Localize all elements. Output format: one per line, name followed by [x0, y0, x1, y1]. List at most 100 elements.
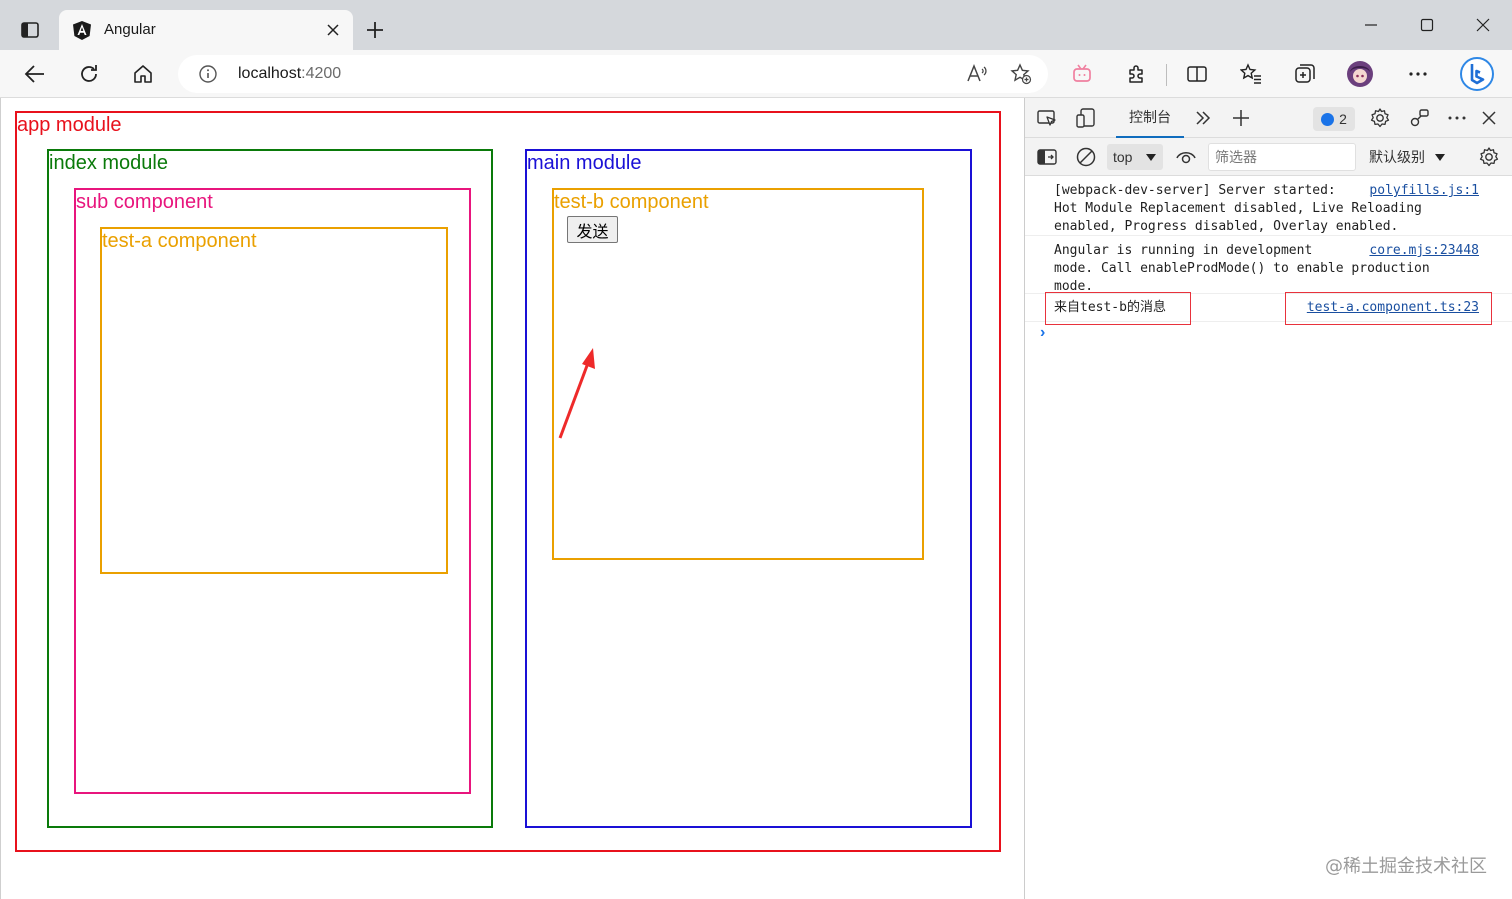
console-message-text: [webpack-dev-server] Server started: Hot…: [1054, 183, 1422, 234]
profile-avatar[interactable]: [1344, 58, 1376, 90]
minimize-icon: [1365, 24, 1377, 26]
test-a-component-box: test-a component: [100, 227, 448, 574]
browser-toolbar: localhost:4200: [0, 50, 1512, 98]
tab-console[interactable]: 控制台: [1116, 98, 1184, 138]
close-window-button[interactable]: [1460, 8, 1506, 42]
tab-actions-icon: [21, 22, 39, 38]
settings-more-button[interactable]: [1402, 58, 1434, 90]
plus-icon: [367, 22, 383, 38]
maximize-icon: [1420, 18, 1434, 32]
console-message-source-link[interactable]: core.mjs:23448: [1369, 242, 1479, 260]
console-message: Angular is running in development mode. …: [1025, 236, 1512, 294]
console-filter-bar: top 筛选器 默认级别: [1025, 138, 1512, 176]
devtools-close-button[interactable]: [1475, 104, 1503, 132]
angular-logo-icon: [73, 21, 91, 40]
refresh-button[interactable]: [73, 58, 105, 90]
devtools-more-button[interactable]: [1443, 104, 1471, 132]
main-module-label: main module: [527, 152, 642, 174]
issues-count: 2: [1339, 111, 1347, 127]
console-filter-input[interactable]: 筛选器: [1208, 143, 1356, 171]
app-module-label: app module: [17, 114, 122, 136]
new-tab-button[interactable]: [360, 15, 390, 45]
clear-console-button[interactable]: [1072, 143, 1100, 171]
tab-actions-button[interactable]: [12, 12, 48, 48]
tab-close-icon[interactable]: [323, 20, 343, 40]
watermark: @稀土掘金技术社区: [1325, 856, 1487, 877]
site-info-icon[interactable]: [198, 64, 218, 84]
more-tabs-button[interactable]: [1189, 104, 1217, 132]
star-add-icon: [1010, 63, 1032, 85]
bing-icon: [1460, 57, 1494, 91]
message-highlight-box: [1045, 292, 1191, 325]
close-icon: [1476, 18, 1490, 32]
toolbar-separator: [1166, 64, 1167, 86]
log-levels-selector[interactable]: 默认级别: [1363, 144, 1451, 170]
puzzle-icon: [1129, 65, 1143, 83]
clear-icon: [1076, 147, 1096, 167]
devtools-settings-button[interactable]: [1366, 104, 1394, 132]
inspect-element-button[interactable]: [1033, 104, 1061, 132]
sub-component-label: sub component: [76, 191, 213, 213]
back-button[interactable]: [19, 58, 51, 90]
home-button[interactable]: [127, 58, 159, 90]
device-emulation-button[interactable]: [1072, 104, 1100, 132]
tab-title: Angular: [104, 21, 156, 38]
sidebar-toggle-icon: [1037, 149, 1057, 165]
read-aloud-button[interactable]: [964, 61, 990, 87]
favorites-button[interactable]: [1235, 58, 1267, 90]
address-bar[interactable]: localhost:4200: [178, 55, 1048, 93]
collections-button[interactable]: [1289, 58, 1321, 90]
back-arrow-icon: [24, 65, 44, 83]
console-message: [webpack-dev-server] Server started: Hot…: [1025, 176, 1512, 236]
home-icon: [134, 65, 152, 83]
favorites-icon: [1240, 63, 1261, 84]
gear-icon: [1370, 108, 1390, 128]
red-arrow-annotation: [558, 348, 595, 439]
url-text[interactable]: localhost:4200: [238, 65, 341, 83]
page-viewport: app module index module sub component te…: [0, 98, 1024, 899]
caret-down-icon: [1146, 154, 1156, 161]
tv-extension-button[interactable]: [1066, 58, 1098, 90]
plus-icon: [1233, 110, 1249, 126]
maximize-button[interactable]: [1404, 8, 1450, 42]
add-favorite-button[interactable]: [1008, 61, 1034, 87]
tab-angular[interactable]: Angular: [59, 10, 353, 50]
add-tab-button[interactable]: [1227, 104, 1255, 132]
context-value: top: [1113, 149, 1133, 165]
console-sidebar-button[interactable]: [1033, 143, 1061, 171]
context-selector[interactable]: top: [1107, 144, 1163, 170]
console-message-source-link[interactable]: polyfills.js:1: [1369, 182, 1479, 200]
bing-copilot-button[interactable]: [1458, 55, 1496, 93]
minimize-button[interactable]: [1348, 8, 1394, 42]
close-icon: [1482, 111, 1496, 125]
send-button[interactable]: 发送: [567, 216, 618, 243]
device-icon: [1076, 108, 1095, 128]
test-a-component-label: test-a component: [102, 230, 257, 252]
index-module-label: index module: [49, 152, 168, 174]
url-host: localhost: [238, 65, 302, 82]
collections-icon: [1295, 64, 1315, 83]
test-b-component-box: test-b component: [552, 188, 924, 560]
devtools-panel: 控制台 2 top 筛选器 默认级别 [webpack-dev-server] …: [1024, 98, 1512, 899]
split-screen-icon: [1187, 66, 1207, 82]
caret-down-icon: [1435, 154, 1445, 161]
source-highlight-box: [1285, 292, 1492, 325]
inspect-icon: [1037, 110, 1056, 126]
eye-icon: [1176, 152, 1196, 164]
url-port: :4200: [301, 65, 342, 82]
issues-counter[interactable]: 2: [1313, 107, 1355, 131]
split-screen-button[interactable]: [1181, 58, 1213, 90]
console-prompt-icon[interactable]: ›: [1040, 324, 1045, 342]
more-horizontal-icon: [1448, 116, 1466, 120]
tv-icon: [1073, 64, 1091, 82]
extensions-button[interactable]: [1121, 58, 1153, 90]
tab-strip: Angular: [0, 0, 1512, 50]
console-settings-button[interactable]: [1475, 143, 1503, 171]
read-aloud-icon: [967, 63, 987, 82]
log-levels-value: 默认级别: [1369, 150, 1425, 166]
connection-icon: [1410, 109, 1429, 127]
live-expression-button[interactable]: [1172, 143, 1200, 171]
chevron-double-right-icon: [1196, 111, 1211, 125]
connect-device-button[interactable]: [1406, 104, 1434, 132]
avatar-icon: [1347, 61, 1373, 87]
